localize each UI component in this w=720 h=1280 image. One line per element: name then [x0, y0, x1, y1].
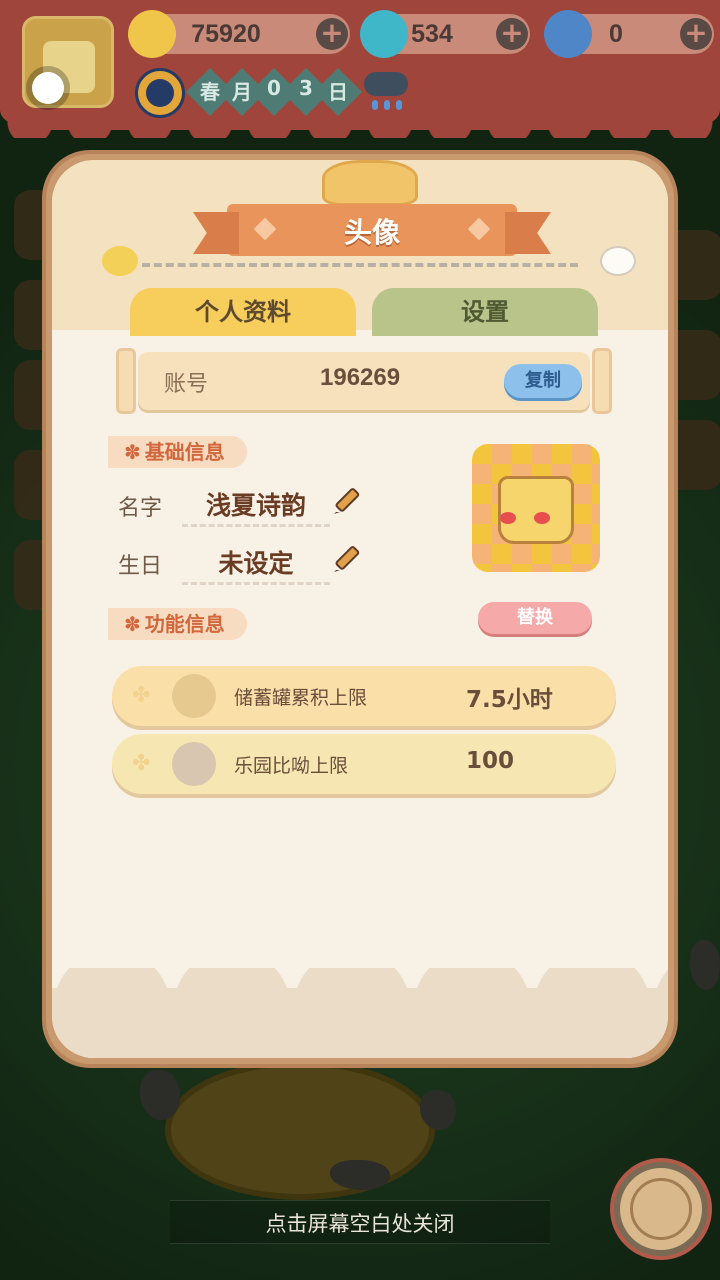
birthday-value: 未设定	[182, 544, 330, 585]
banana-resource: 75920 +	[128, 10, 350, 58]
info-row-label: 乐园比呦上限	[234, 755, 349, 777]
blue-banana-count: 0	[609, 20, 623, 48]
account-card: 账号 196269 复制	[116, 348, 612, 414]
info-row-value: 100	[466, 748, 515, 774]
flower-icon: ✽	[124, 440, 141, 464]
date-day: 日	[328, 80, 348, 104]
title-ribbon: 头像	[193, 204, 551, 256]
info-row-value: 7.5小时	[466, 687, 553, 713]
flower-icon: ✽	[124, 612, 141, 636]
avatar-dialog: 头像 个人资料 设置 账号 196269 复制 ✽ 基础信息 名字 浅夏诗韵 生日…	[42, 150, 678, 1068]
cat-mascot-icon	[322, 160, 418, 206]
edit-birthday-pencil-icon[interactable]	[332, 544, 362, 574]
info-row-piggybank: ✤ 储蓄罐累积上限 7.5小时	[112, 666, 616, 726]
name-value: 浅夏诗韵	[182, 486, 330, 527]
birthday-label: 生日	[118, 554, 163, 579]
clover-icon: ✤	[132, 751, 151, 776]
yellow-chick-icon	[102, 246, 138, 276]
rain-weather-icon	[362, 72, 412, 112]
account-id: 196269	[320, 364, 401, 391]
copy-button[interactable]: 复制	[504, 364, 582, 398]
flame-resource: 534 +	[360, 10, 530, 58]
top-bar: 75920 + 534 + 0 + 春 月 0 3 日	[0, 0, 720, 138]
park-pets-icon	[172, 742, 216, 786]
add-flame-button[interactable]: +	[496, 18, 528, 50]
white-chick-icon	[600, 246, 636, 276]
info-row-label: 储蓄罐累积上限	[234, 687, 368, 709]
tab-settings[interactable]: 设置	[372, 288, 598, 336]
blue-banana-resource: 0 +	[544, 10, 714, 58]
tab-profile[interactable]: 个人资料	[130, 288, 356, 336]
piggy-bank-icon	[172, 674, 216, 718]
dialog-title: 头像	[343, 216, 400, 249]
basic-info-section: ✽ 基础信息	[108, 436, 247, 468]
account-label: 账号	[164, 372, 209, 397]
name-label: 名字	[118, 496, 163, 521]
edit-name-pencil-icon[interactable]	[332, 486, 362, 516]
yarn-ball-button[interactable]	[614, 1162, 708, 1256]
flame-count: 534	[411, 20, 453, 48]
banana-count: 75920	[191, 20, 261, 48]
info-row-park: ✤ 乐园比呦上限 100	[112, 734, 616, 794]
dialog-footer-wave	[52, 968, 668, 1058]
clover-icon: ✤	[132, 683, 151, 708]
function-info-section: ✽ 功能信息	[108, 608, 247, 640]
moon-clock-icon	[135, 68, 185, 118]
close-hint: 点击屏幕空白处关闭	[265, 1212, 455, 1236]
replace-avatar-button[interactable]: 替换	[478, 602, 592, 634]
touch-indicator	[32, 72, 64, 104]
add-banana-button[interactable]: +	[316, 18, 348, 50]
dashed-divider	[142, 263, 578, 267]
add-blue-banana-button[interactable]: +	[680, 18, 712, 50]
profile-avatar	[472, 444, 600, 572]
